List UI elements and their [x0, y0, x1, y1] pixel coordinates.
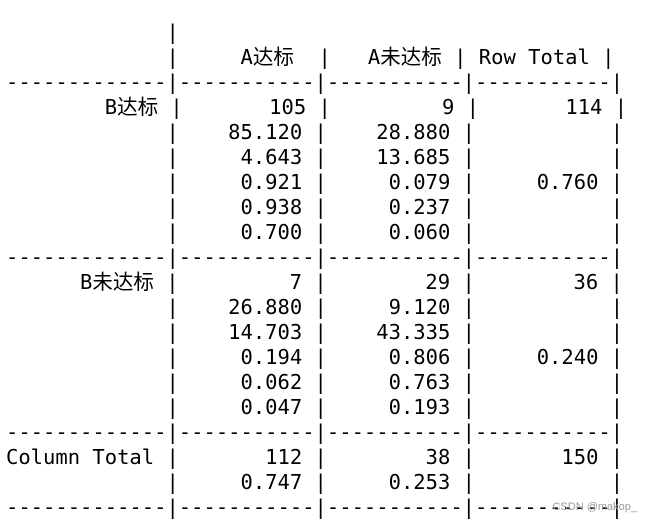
table-row: | 0.047 | 0.193 | | — [6, 395, 624, 419]
table-row: | 0.194 | 0.806 | 0.240 | — [6, 345, 624, 369]
table-line: | — [6, 20, 179, 44]
table-row: | 0.062 | 0.763 | | — [6, 370, 624, 394]
table-header-line: | A达标 | A未达标 | Row Total | — [6, 45, 615, 69]
watermark: CSDN @makop_ — [552, 501, 637, 513]
crosstable-output: | | A达标 | A未达标 | Row Total | -----------… — [6, 20, 627, 520]
table-row: | 26.880 | 9.120 | | — [6, 295, 624, 319]
page: | | A达标 | A未达标 | Row Total | -----------… — [0, 0, 651, 521]
table-row: | 4.643 | 13.685 | | — [6, 145, 624, 169]
table-separator: -------------|-----------|-----------|--… — [6, 420, 624, 444]
table-row: | 0.938 | 0.237 | | — [6, 195, 624, 219]
table-row: | 0.700 | 0.060 | | — [6, 220, 624, 244]
table-row: | 85.120 | 28.880 | | — [6, 120, 624, 144]
table-row: | 14.703 | 43.335 | | — [6, 320, 624, 344]
table-row: | 0.747 | 0.253 | | — [6, 470, 624, 494]
table-separator: -------------|-----------|-----------|--… — [6, 495, 624, 519]
table-separator: -------------|-----------|-----------|--… — [6, 70, 624, 94]
table-separator: -------------|-----------|-----------|--… — [6, 245, 624, 269]
table-row: Column Total | 112 | 38 | 150 | — [6, 445, 624, 469]
table-row: | 0.921 | 0.079 | 0.760 | — [6, 170, 624, 194]
table-row: B未达标 | 7 | 29 | 36 | — [6, 270, 623, 294]
table-row: B达标 | 105 | 9 | 114 | — [6, 95, 628, 119]
